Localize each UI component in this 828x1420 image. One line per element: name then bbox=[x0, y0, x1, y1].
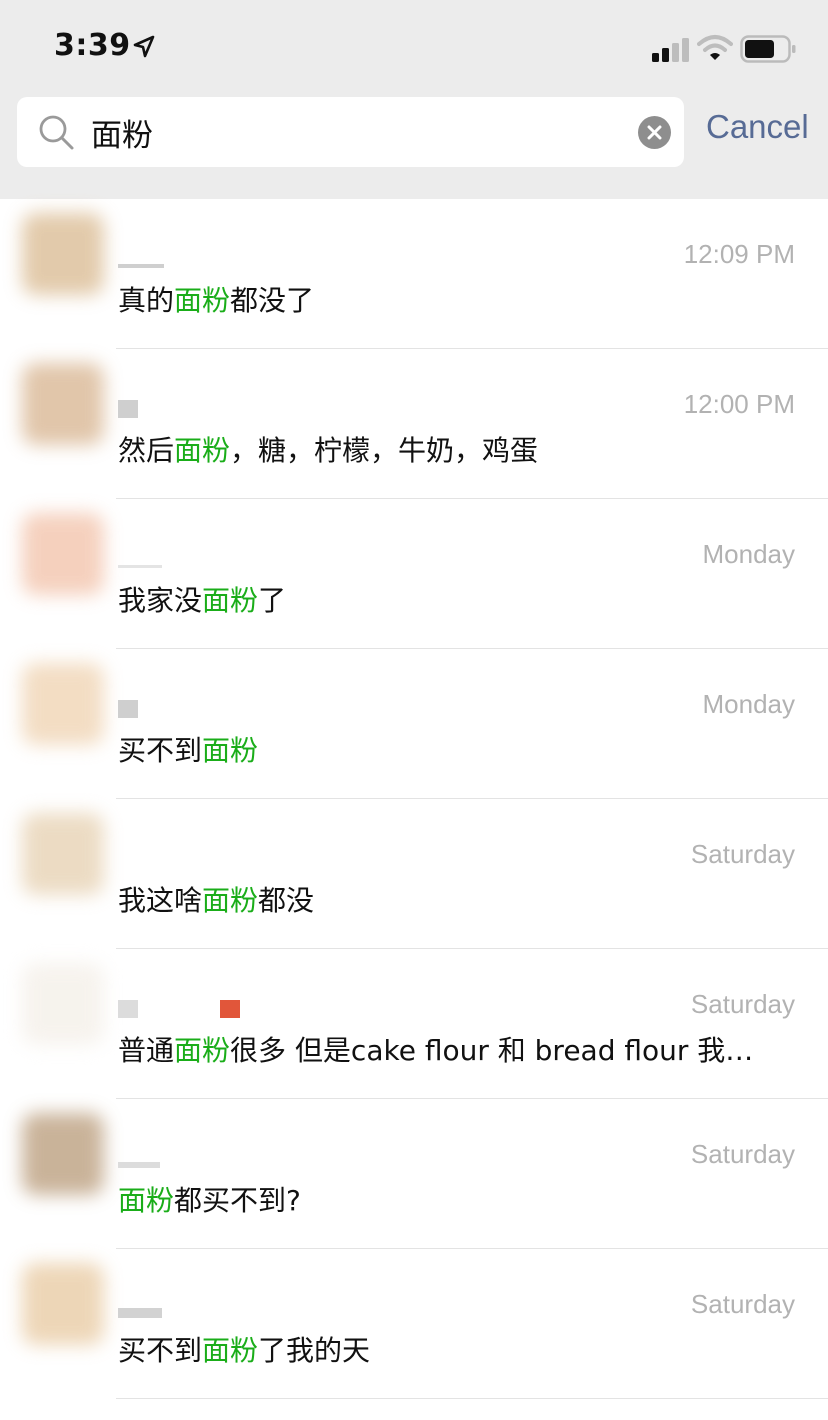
result-timestamp: Monday bbox=[702, 689, 796, 719]
result-message: 然后面粉，糖，柠檬，牛奶，鸡蛋 bbox=[118, 429, 808, 469]
result-message: 我这啥面粉都没 bbox=[118, 879, 808, 919]
search-highlight: 面粉 bbox=[202, 884, 259, 917]
avatar bbox=[22, 513, 104, 595]
result-message: 买不到面粉了我的天 bbox=[118, 1329, 808, 1369]
search-highlight: 面粉 bbox=[174, 1034, 231, 1067]
message-text: 普通 bbox=[118, 1034, 175, 1067]
message-text: ，糖，柠檬，牛奶，鸡蛋 bbox=[230, 434, 539, 467]
message-text: 然后 bbox=[118, 434, 175, 467]
message-text: 了我的天 bbox=[258, 1334, 371, 1367]
result-row[interactable]: Saturday 我这啥面粉都没 bbox=[0, 799, 828, 949]
result-timestamp: Saturday bbox=[690, 1289, 795, 1319]
search-input[interactable] bbox=[91, 109, 631, 155]
message-text: 我家没 bbox=[118, 584, 203, 617]
avatar bbox=[22, 1263, 104, 1345]
search-bar[interactable] bbox=[17, 97, 684, 167]
result-row[interactable]: 12:09 PM 真的面粉都没了 bbox=[0, 199, 828, 349]
message-text: 都买不到? bbox=[174, 1184, 301, 1217]
cellular-signal-icon bbox=[652, 38, 689, 62]
result-message: 买不到面粉 bbox=[118, 729, 808, 769]
result-row[interactable]: Saturday 买不到面粉了我的天 bbox=[0, 1249, 828, 1399]
search-results-list: 12:09 PM 真的面粉都没了 12:00 PM 然后面粉，糖，柠檬，牛奶，鸡… bbox=[0, 199, 828, 1420]
redacted-contact-name bbox=[118, 250, 170, 270]
result-timestamp: Monday bbox=[702, 539, 796, 569]
redacted-contact-name bbox=[118, 1000, 246, 1020]
status-bar: 3:39 bbox=[0, 0, 828, 96]
avatar bbox=[22, 363, 104, 445]
divider bbox=[116, 1398, 828, 1399]
message-text: 都没了 bbox=[230, 284, 315, 317]
clear-search-icon[interactable] bbox=[638, 116, 671, 149]
result-timestamp: 12:00 PM bbox=[683, 389, 795, 419]
result-timestamp: Saturday bbox=[690, 989, 795, 1019]
result-row[interactable]: Monday 买不到面粉 bbox=[0, 649, 828, 799]
redacted-contact-name bbox=[118, 1150, 166, 1170]
avatar bbox=[22, 663, 104, 745]
status-time: 3:39 bbox=[54, 28, 131, 63]
location-arrow-icon bbox=[133, 35, 155, 58]
message-text: 买不到 bbox=[118, 734, 203, 767]
result-timestamp: Saturday bbox=[690, 1139, 795, 1169]
message-text: 我这啥 bbox=[118, 884, 203, 917]
wifi-icon bbox=[697, 35, 733, 60]
redacted-contact-name bbox=[118, 1300, 168, 1320]
avatar bbox=[22, 963, 104, 1045]
message-text: 很多 但是cake flour 和 bread flour 我… bbox=[230, 1034, 754, 1067]
cancel-button[interactable]: Cancel bbox=[706, 108, 809, 154]
search-highlight: 面粉 bbox=[174, 284, 231, 317]
message-text: 真的 bbox=[118, 284, 175, 317]
result-message: 面粉都买不到? bbox=[118, 1179, 808, 1219]
result-message: 我家没面粉了 bbox=[118, 579, 808, 619]
message-text: 了 bbox=[258, 584, 287, 617]
search-highlight: 面粉 bbox=[202, 734, 259, 767]
search-highlight: 面粉 bbox=[174, 434, 231, 467]
result-row[interactable]: Monday 我家没面粉了 bbox=[0, 499, 828, 649]
search-icon bbox=[39, 115, 74, 150]
result-timestamp: 12:09 PM bbox=[683, 239, 795, 269]
result-message: 真的面粉都没了 bbox=[118, 279, 808, 319]
result-row[interactable]: 12:00 PM 然后面粉，糖，柠檬，牛奶，鸡蛋 bbox=[0, 349, 828, 499]
result-message: 普通面粉很多 但是cake flour 和 bread flour 我… bbox=[118, 1029, 808, 1069]
redacted-contact-name bbox=[118, 550, 168, 570]
search-highlight: 面粉 bbox=[118, 1184, 175, 1217]
avatar bbox=[22, 1113, 104, 1195]
battery-icon bbox=[740, 35, 796, 63]
avatar bbox=[22, 213, 104, 295]
redacted-contact-name bbox=[118, 400, 144, 420]
result-row[interactable]: Saturday 普通面粉很多 但是cake flour 和 bread flo… bbox=[0, 949, 828, 1099]
message-text: 买不到 bbox=[118, 1334, 203, 1367]
result-timestamp: Saturday bbox=[690, 839, 795, 869]
avatar bbox=[22, 813, 104, 895]
search-highlight: 面粉 bbox=[202, 584, 259, 617]
search-highlight: 面粉 bbox=[202, 1334, 259, 1367]
redacted-contact-name bbox=[118, 700, 144, 720]
message-text: 都没 bbox=[258, 884, 315, 917]
result-row[interactable]: Saturday 面粉都买不到? bbox=[0, 1099, 828, 1249]
